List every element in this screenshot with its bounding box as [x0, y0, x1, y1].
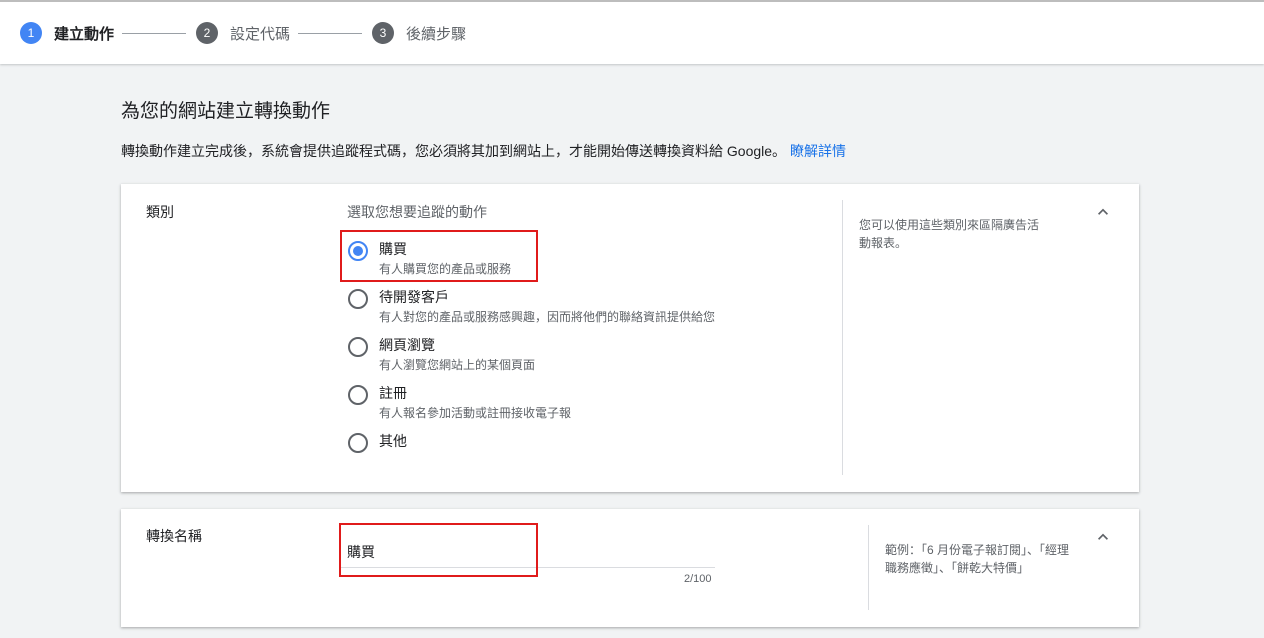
option-title: 待開發客戶 — [379, 289, 449, 305]
card-divider — [868, 525, 869, 610]
category-card: 類別 選取您想要追蹤的動作 購買 有人購買您的產品或服務 待開發客戶 有人對您的… — [121, 184, 1139, 492]
radio-option-page-view[interactable]: 網頁瀏覽 有人瀏覽您網站上的某個頁面 — [348, 335, 535, 373]
radio-button[interactable] — [348, 337, 368, 357]
chevron-up-icon[interactable] — [1093, 527, 1113, 547]
card-divider — [842, 200, 843, 475]
conversion-name-card: 轉換名稱 購買 2/100 範例：「6 月份電子報訂閱」、「經理職務應徵」、「餅… — [121, 509, 1139, 627]
radio-button[interactable] — [348, 385, 368, 405]
step-3: 3 後續步驟 — [372, 21, 466, 45]
step-number: 3 — [372, 22, 394, 44]
step-number: 2 — [196, 22, 218, 44]
radio-button[interactable] — [348, 289, 368, 309]
conversion-name-help-text: 範例：「6 月份電子報訂閱」、「經理職務應徵」、「餅乾大特價」 — [885, 543, 1070, 575]
character-counter: 2/100 — [684, 573, 712, 585]
description-text: 轉換動作建立完成後，系統會提供追蹤程式碼，您必須將其加到網站上，才能開始傳送轉換… — [121, 143, 787, 159]
category-label: 類別 — [146, 204, 174, 220]
learn-more-link[interactable]: 瞭解詳情 — [790, 143, 846, 159]
stepper: 1 建立動作 2 設定代碼 3 後續步驟 — [0, 0, 1264, 64]
step-1[interactable]: 1 建立動作 — [20, 21, 114, 45]
step-2: 2 設定代碼 — [196, 21, 290, 45]
highlight-box — [339, 523, 538, 577]
option-description: 有人對您的產品或服務感興趣，因而將他們的聯絡資訊提供給您 — [379, 310, 716, 324]
option-description: 有人報名參加活動或註冊接收電子報 — [379, 406, 572, 420]
chevron-up-icon[interactable] — [1093, 202, 1113, 222]
step-connector — [298, 33, 362, 34]
radio-option-signup[interactable]: 註冊 有人報名參加活動或註冊接收電子報 — [348, 383, 571, 421]
page-description: 轉換動作建立完成後，系統會提供追蹤程式碼，您必須將其加到網站上，才能開始傳送轉換… — [121, 141, 846, 161]
step-label: 建立動作 — [54, 25, 115, 43]
option-title: 註冊 — [379, 385, 407, 401]
radio-option-other[interactable]: 其他 — [348, 431, 407, 453]
category-help-text: 您可以使用這些類別來區隔廣告活動報表。 — [859, 218, 1040, 250]
page-title: 為您的網站建立轉換動作 — [121, 101, 331, 122]
category-hint: 選取您想要追蹤的動作 — [347, 204, 487, 220]
option-title: 網頁瀏覽 — [379, 337, 435, 353]
option-description: 有人瀏覽您網站上的某個頁面 — [379, 358, 536, 372]
step-label: 後續步驟 — [406, 25, 467, 43]
conversion-name-label: 轉換名稱 — [146, 528, 202, 544]
step-connector — [122, 33, 186, 34]
radio-option-lead[interactable]: 待開發客戶 有人對您的產品或服務感興趣，因而將他們的聯絡資訊提供給您 — [348, 287, 715, 325]
step-number: 1 — [20, 22, 42, 44]
option-title: 其他 — [379, 433, 407, 449]
step-label: 設定代碼 — [230, 25, 291, 43]
highlight-box — [340, 230, 538, 282]
radio-button[interactable] — [348, 433, 368, 453]
